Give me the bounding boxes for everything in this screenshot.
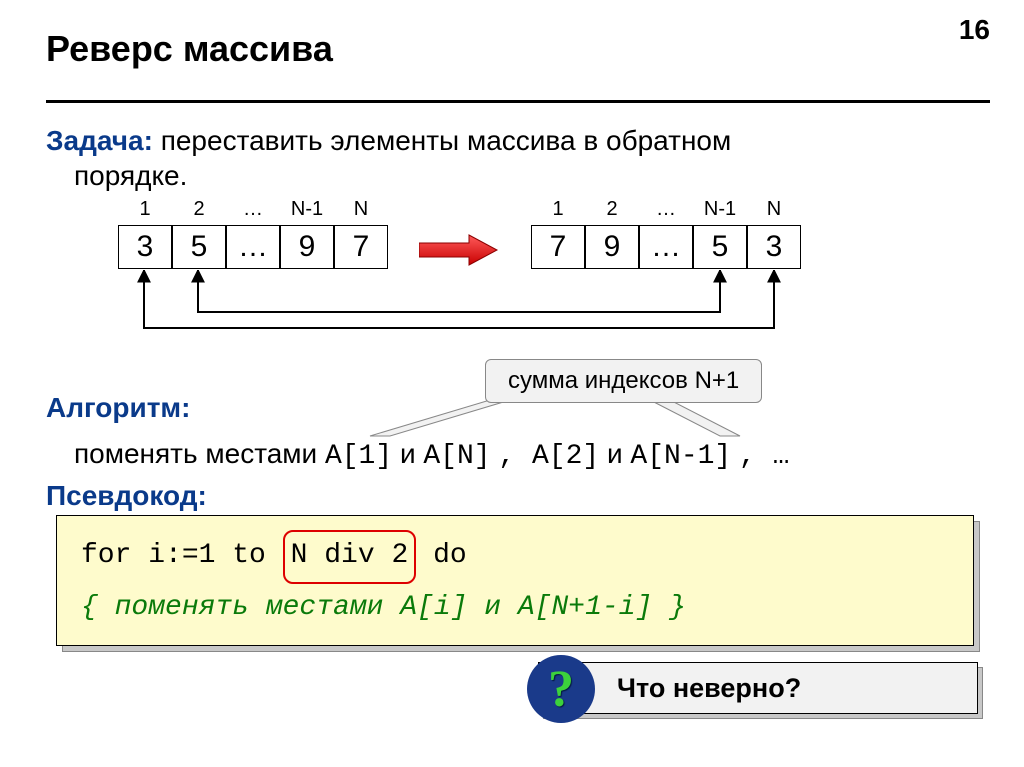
index-cell: … xyxy=(226,198,280,221)
page-number: 16 xyxy=(959,14,990,46)
algorithm-label: Алгоритм: xyxy=(46,392,190,424)
right-array: 1 2 … N-1 N 7 9 … 5 3 xyxy=(513,198,801,269)
array-cell: 7 xyxy=(531,225,585,269)
algo-and: и xyxy=(400,438,423,469)
index-cell: N xyxy=(334,198,388,221)
array-cell: 9 xyxy=(585,225,639,269)
swap-arrows xyxy=(100,270,820,340)
left-index-row: 1 2 … N-1 N xyxy=(118,198,388,221)
right-cell-row: 7 9 … 5 3 xyxy=(531,225,801,269)
algo-pair2b: A[N-1] xyxy=(630,441,731,472)
array-cell: … xyxy=(226,225,280,269)
algo-sep: , xyxy=(498,441,532,472)
task-line-1: Задача: переставить элементы массива в о… xyxy=(46,125,731,157)
index-cell: 1 xyxy=(531,198,585,221)
index-cell: 2 xyxy=(172,198,226,221)
question-content: ? Что неверно? xyxy=(538,662,978,714)
array-cell: … xyxy=(639,225,693,269)
task-line-2: порядке. xyxy=(74,160,187,192)
algo-pair1a: A[1] xyxy=(325,441,392,472)
index-cell: N-1 xyxy=(280,198,334,221)
index-cell: N xyxy=(747,198,801,221)
title-separator xyxy=(46,100,990,103)
right-index-row: 1 2 … N-1 N xyxy=(531,198,801,221)
index-cell: 1 xyxy=(118,198,172,221)
code-line-2: { поменять местами A[i] и A[N+1-i] } xyxy=(81,584,949,632)
page-title: Реверс массива xyxy=(46,28,333,70)
index-cell: 2 xyxy=(585,198,639,221)
question-mark-icon: ? xyxy=(527,655,595,723)
algo-pair1b: A[N] xyxy=(423,441,490,472)
array-cell: 3 xyxy=(118,225,172,269)
code-line-1: for i:=1 to N div 2 do xyxy=(81,530,949,584)
array-cell: 5 xyxy=(693,225,747,269)
code-highlight: N div 2 xyxy=(283,530,417,584)
question-box: ? Что неверно? xyxy=(538,662,978,714)
task-label: Задача: xyxy=(46,125,153,156)
pseudocode-label: Псевдокод: xyxy=(46,480,207,512)
callout-box: сумма индексов N+1 xyxy=(485,359,762,403)
code-l1a: for i:=1 to xyxy=(81,540,283,571)
code-l1b: do xyxy=(416,540,466,571)
array-cell: 3 xyxy=(747,225,801,269)
array-cell: 7 xyxy=(334,225,388,269)
array-cell: 5 xyxy=(172,225,226,269)
code-box: for i:=1 to N div 2 do { поменять местам… xyxy=(56,515,974,646)
index-cell: … xyxy=(639,198,693,221)
task-text-1: переставить элементы массива в обратном xyxy=(153,125,731,156)
code-content: for i:=1 to N div 2 do { поменять местам… xyxy=(56,515,974,646)
array-cell: 9 xyxy=(280,225,334,269)
index-cell: N-1 xyxy=(693,198,747,221)
algo-tail: , … xyxy=(739,441,789,472)
algo-pair2a: A[2] xyxy=(532,441,599,472)
arrow-right-icon xyxy=(419,234,499,266)
algo-and2: и xyxy=(607,438,630,469)
question-mark-glyph: ? xyxy=(548,660,574,719)
algorithm-text: поменять местами A[1] и A[N] , A[2] и A[… xyxy=(74,438,789,472)
left-cell-row: 3 5 … 9 7 xyxy=(118,225,388,269)
question-text: Что неверно? xyxy=(617,673,801,704)
left-array: 1 2 … N-1 N 3 5 … 9 7 xyxy=(100,198,388,269)
algo-prefix: поменять местами xyxy=(74,438,325,469)
